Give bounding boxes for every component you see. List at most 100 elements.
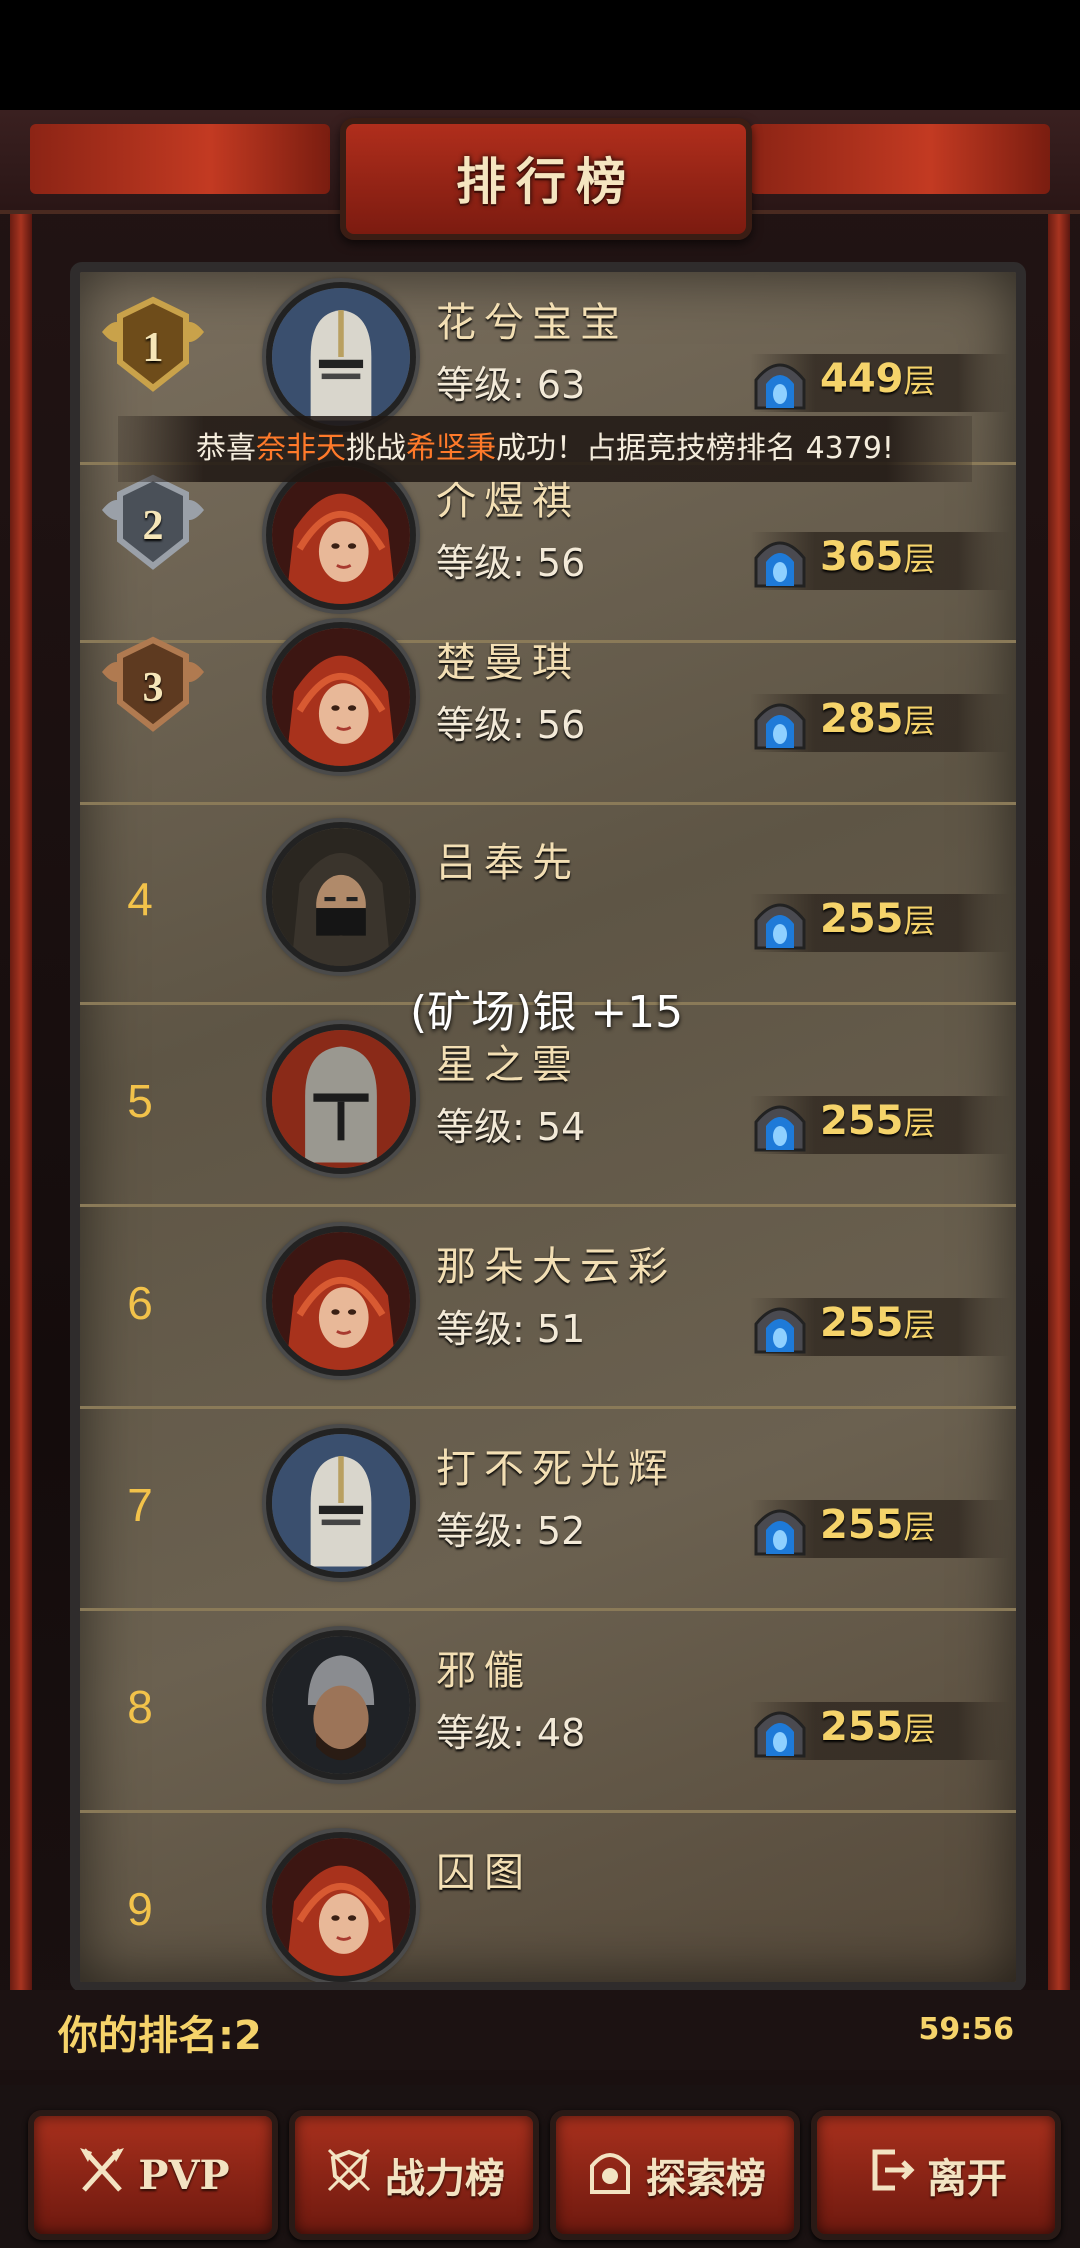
player-avatar[interactable] (266, 1428, 416, 1578)
player-level: 等级: 51 (436, 1298, 585, 1353)
exit-door-icon (865, 2144, 917, 2206)
explore-ranking-label: 探索榜 (646, 2155, 766, 2202)
player-name: 囚图 (436, 1850, 532, 1896)
challenge-notice: 恭喜奈非天挑战希坚秉成功！占据竞技榜排名 4379! (118, 416, 972, 482)
score-unit: 层 (903, 1306, 936, 1344)
score-unit: 层 (903, 540, 936, 578)
player-level: 等级: 56 (436, 532, 585, 587)
player-score: 449层 (820, 356, 936, 402)
rank-number: 9 (127, 1883, 153, 1935)
player-level: 等级: 56 (436, 694, 585, 749)
player-avatar[interactable] (266, 1226, 416, 1376)
crossed-axes-icon (76, 2144, 128, 2206)
leave-button[interactable]: 离开 (811, 2110, 1061, 2240)
rank-number: 5 (127, 1075, 153, 1127)
level-prefix: 等级: (436, 1509, 537, 1553)
player-avatar[interactable] (266, 1630, 416, 1780)
notice-player2: 希坚秉 (406, 431, 497, 466)
notice-suffix: 成功！占据竞技榜排名 4379! (496, 431, 894, 466)
level-value: 56 (536, 703, 586, 747)
level-prefix: 等级: (436, 363, 537, 407)
player-score: 255层 (820, 1704, 936, 1750)
portal-icon (752, 1704, 808, 1758)
rank-number: 4 (127, 873, 153, 925)
score-unit: 层 (903, 902, 936, 940)
score-value: 449 (820, 356, 904, 402)
level-prefix: 等级: (436, 1105, 537, 1149)
portal-icon (584, 2144, 636, 2206)
player-score: 255层 (820, 1098, 936, 1144)
pvp-label: PVP (138, 2151, 230, 2199)
player-name: 星之雲 (436, 1042, 580, 1088)
rank-number: 6 (127, 1277, 153, 1329)
player-score: 255层 (820, 1502, 936, 1548)
player-name: 那朵大云彩 (436, 1244, 676, 1290)
rank-number: 2 (142, 503, 164, 549)
ornament-right (750, 124, 1050, 194)
ranking-row[interactable]: 6 那朵大云彩等级: 51 255层 (80, 1206, 1016, 1409)
pvp-button[interactable]: PVP (28, 2110, 278, 2240)
loot-float-message: (矿场)银 +15 (410, 987, 684, 1038)
ranking-row[interactable]: 4 吕奉先 255层 (80, 802, 1016, 1005)
level-value: 52 (536, 1509, 586, 1553)
portal-icon (752, 696, 808, 750)
player-score: 255层 (820, 1300, 936, 1346)
player-name: 楚曼琪 (436, 640, 580, 686)
score-value: 255 (820, 896, 904, 942)
ranking-row[interactable]: 9 囚图 (80, 1812, 1016, 1982)
score-value: 255 (820, 1098, 904, 1144)
ranking-row[interactable]: 3 楚曼琪等级: 56 285层 (80, 602, 1016, 805)
explore-ranking-button[interactable]: 探索榜 (550, 2110, 800, 2240)
frame-border-right (1048, 160, 1070, 2060)
player-level: 等级: 54 (436, 1096, 585, 1151)
level-prefix: 等级: (436, 1307, 537, 1351)
player-avatar[interactable] (266, 460, 416, 610)
player-avatar[interactable] (266, 282, 416, 432)
player-name: 打不死光辉 (436, 1446, 676, 1492)
portal-icon (752, 896, 808, 950)
player-level: 等级: 52 (436, 1500, 585, 1555)
player-avatar[interactable] (266, 1024, 416, 1174)
score-unit: 层 (903, 702, 936, 740)
leave-label: 离开 (927, 2155, 1007, 2202)
player-level: 等级: 63 (436, 354, 585, 409)
score-value: 255 (820, 1300, 904, 1346)
portal-icon (752, 1098, 808, 1152)
leaderboard-panel[interactable]: 1 花兮宝宝 等级: 63 449层 2 介煜祺 等级: 56 365层 3 楚曼琪 等级: 56 2… (70, 262, 1026, 1992)
player-avatar[interactable] (266, 1832, 416, 1982)
player-avatar[interactable] (266, 822, 416, 972)
score-value: 255 (820, 1704, 904, 1750)
rank-number: 8 (127, 1681, 153, 1733)
portal-icon (752, 1502, 808, 1556)
power-ranking-button[interactable]: 战力榜 (289, 2110, 539, 2240)
score-unit: 层 (903, 1710, 936, 1748)
level-prefix: 等级: (436, 541, 537, 585)
player-name: 花兮宝宝 (436, 300, 628, 346)
rank-medal-icon: 3 (98, 632, 208, 742)
ranking-row[interactable]: 7 打不死光辉等级: 52 255层 (80, 1408, 1016, 1611)
rank-medal-icon: 2 (98, 470, 208, 580)
notice-middle: 挑战 (346, 431, 407, 466)
portal-icon (752, 1300, 808, 1354)
level-prefix: 等级: (436, 703, 537, 747)
ornament-left (30, 124, 330, 194)
portal-icon (752, 356, 808, 410)
frame-border-left (10, 160, 32, 2060)
rank-number: 7 (127, 1479, 153, 1531)
player-name: 吕奉先 (436, 840, 580, 886)
rank-number: 1 (142, 325, 164, 371)
ranking-row[interactable]: 8 邪儱 等级: 48 255层 (80, 1610, 1016, 1813)
score-value: 365 (820, 534, 904, 580)
power-ranking-label: 战力榜 (385, 2155, 505, 2202)
score-unit: 层 (903, 1104, 936, 1142)
shield-swords-icon (323, 2144, 375, 2206)
title-banner: 排行榜 (340, 118, 752, 240)
score-value: 255 (820, 1502, 904, 1548)
level-value: 54 (536, 1105, 586, 1149)
portal-icon (752, 534, 808, 588)
my-rank-label: 你的排名:2 (58, 2013, 262, 2059)
score-value: 285 (820, 696, 904, 742)
countdown-timer: 59:56 (918, 2012, 1015, 2047)
player-avatar[interactable] (266, 622, 416, 772)
player-score: 365层 (820, 534, 936, 580)
